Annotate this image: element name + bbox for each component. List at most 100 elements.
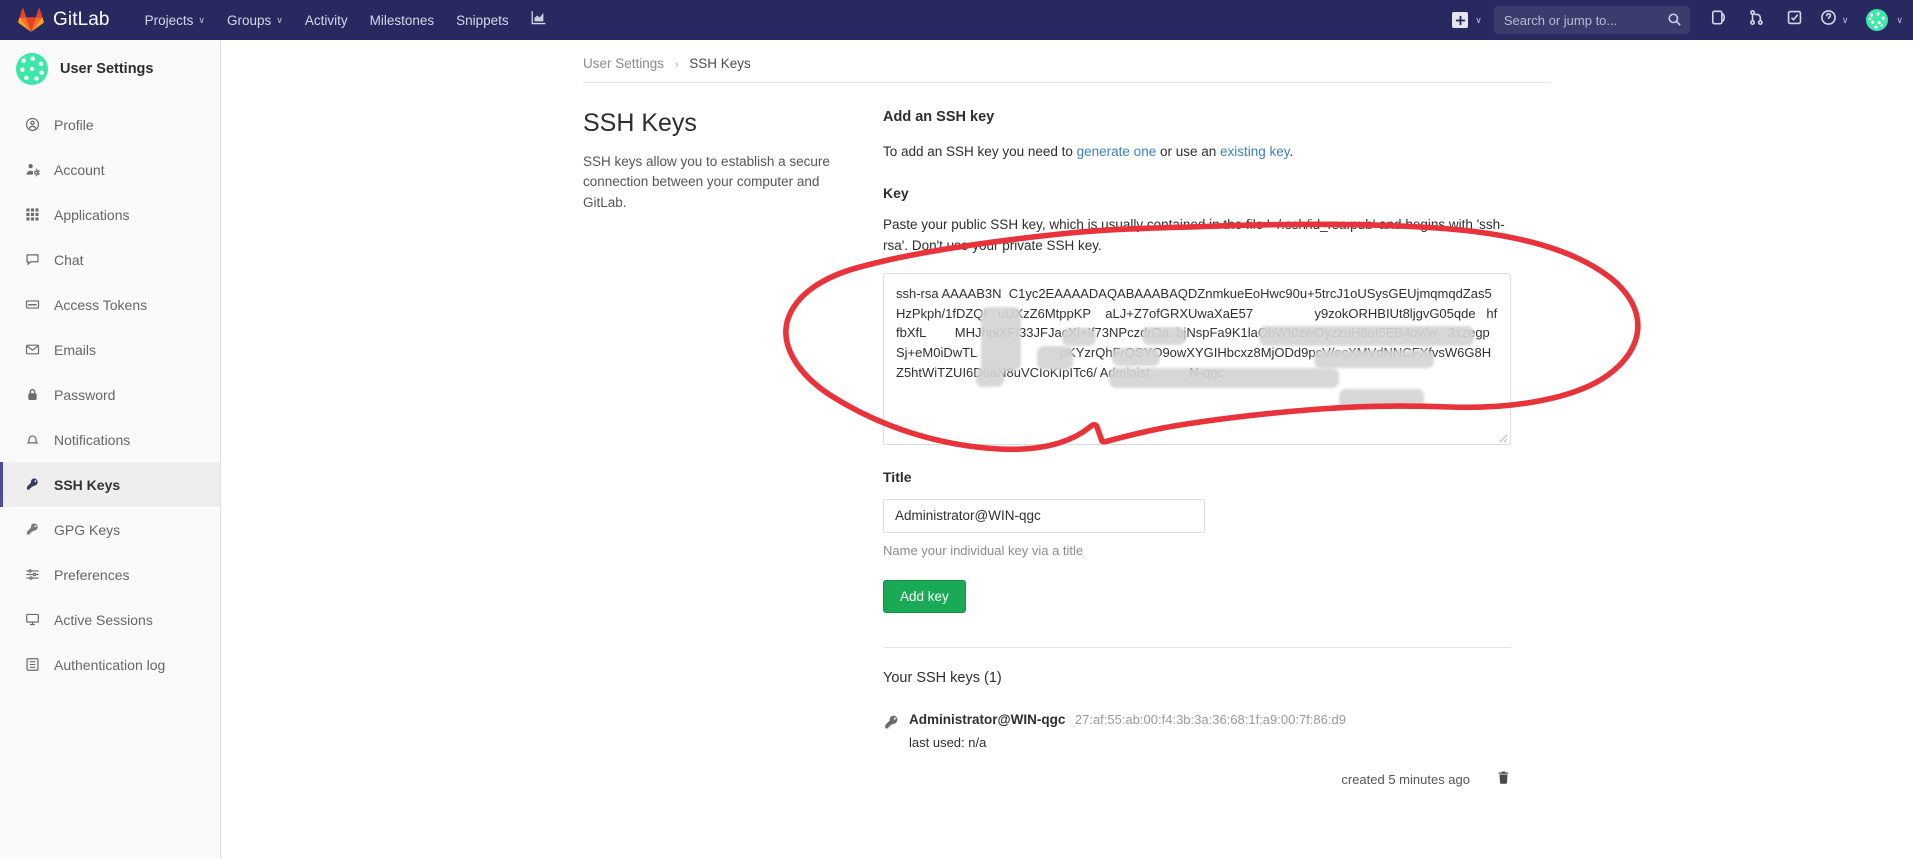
sidebar-item-label: Authentication log [54, 656, 166, 673]
sidebar-item-label: Chat [54, 251, 84, 268]
intro-text-pre: To add an SSH key you need to [883, 144, 1077, 159]
title-input[interactable] [883, 498, 1205, 533]
sidebar-item-account[interactable]: Account [0, 147, 220, 192]
user-identicon-avatar-icon [16, 53, 48, 85]
sidebar-item-authentication-log[interactable]: Authentication log [0, 642, 220, 687]
analytics-button[interactable] [520, 0, 558, 40]
sidebar-item-chat[interactable]: Chat [0, 237, 220, 282]
help-button[interactable]: ∨ [1814, 0, 1855, 40]
sidebar-item-label: Active Sessions [54, 611, 153, 628]
ssh-key-row-footer: created 5 minutes ago [883, 770, 1511, 790]
sidebar-item-preferences[interactable]: Preferences [0, 552, 220, 597]
settings-description-column: SSH Keys SSH keys allow you to establish… [583, 109, 883, 790]
main-content: User Settings › SSH Keys SSH Keys SSH ke… [221, 40, 1913, 859]
title-field-label: Title [883, 468, 912, 485]
nav-item-label: Groups [226, 12, 272, 28]
textarea-resize-handle[interactable] [1496, 430, 1508, 443]
sidebar-item-label: Preferences [54, 566, 130, 583]
nav-item-projects[interactable]: Projects ∨ [134, 0, 216, 40]
nav-item-label: Snippets [456, 12, 509, 28]
sidebar-item-label: Applications [54, 206, 130, 223]
sidebar-item-ssh-keys[interactable]: SSH Keys [0, 462, 220, 507]
chevron-down-icon: ∨ [198, 14, 205, 25]
envelope-icon [23, 342, 41, 357]
account-gear-icon [23, 162, 41, 177]
title-field-hint: Name your individual key via a title [883, 542, 1084, 558]
nav-item-milestones[interactable]: Milestones [359, 0, 446, 40]
sidebar-item-label: Profile [54, 116, 94, 133]
breadcrumb: User Settings › SSH Keys [221, 40, 1913, 71]
sidebar-item-access-tokens[interactable]: Access Tokens [0, 282, 220, 327]
todos-button[interactable] [1776, 0, 1814, 40]
key-outline-icon [23, 522, 41, 537]
help-icon [1820, 9, 1837, 31]
issues-icon [1710, 9, 1727, 31]
ssh-key-created-at: created 5 minutes ago [1341, 772, 1470, 788]
issues-button[interactable] [1700, 0, 1738, 40]
sidebar-item-active-sessions[interactable]: Active Sessions [0, 597, 220, 642]
top-navbar: GitLab Projects ∨ Groups ∨ Activity Mile… [0, 0, 1913, 40]
nav-item-groups[interactable]: Groups ∨ [216, 0, 294, 40]
nav-item-activity[interactable]: Activity [294, 0, 359, 40]
gitlab-tanuki-logo-icon [18, 7, 44, 33]
merge-requests-button[interactable] [1738, 0, 1776, 40]
redaction-mask [1339, 388, 1424, 408]
key-field-hint: Paste your public SSH key, which is usua… [883, 216, 1505, 253]
sidebar-title: User Settings [60, 61, 154, 77]
sidebar-item-gpg-keys[interactable]: GPG Keys [0, 507, 220, 552]
plus-square-icon [1452, 12, 1469, 28]
global-search[interactable] [1493, 6, 1690, 34]
chevron-down-icon: ∨ [1896, 14, 1903, 25]
user-menu-button[interactable]: ∨ [1854, 9, 1903, 31]
chevron-down-icon: ∨ [276, 14, 283, 25]
delete-key-button[interactable] [1496, 770, 1511, 790]
nav-right-group: ∨ Search or jump to... ∨ ∨ [1446, 0, 1913, 40]
add-ssh-key-column: Add an SSH key To add an SSH key you nee… [883, 109, 1523, 790]
chevron-down-icon: ∨ [1841, 14, 1849, 25]
sidebar-item-profile[interactable]: Profile [0, 102, 220, 147]
todos-icon [1786, 9, 1803, 31]
primary-nav-list: Projects ∨ Groups ∨ Activity Milestones … [134, 0, 558, 40]
merge-requests-icon [1748, 9, 1765, 31]
token-card-icon [23, 297, 41, 312]
chat-bubble-icon [23, 252, 41, 267]
settings-columns: SSH Keys SSH keys allow you to establish… [221, 83, 1913, 790]
page-title: SSH Keys [583, 109, 697, 137]
sidebar-item-label: SSH Keys [54, 476, 121, 493]
sidebar-header[interactable]: User Settings [0, 40, 220, 98]
trash-icon [1496, 770, 1511, 790]
lock-icon [23, 387, 41, 402]
log-list-icon [23, 657, 41, 672]
existing-key-link[interactable]: existing key [1220, 144, 1290, 159]
sidebar-item-password[interactable]: Password [0, 372, 220, 417]
sidebar-item-label: Password [54, 386, 116, 403]
sidebar-nav-list: Profile Account Applications Chat Access… [0, 102, 220, 687]
sidebar-item-emails[interactable]: Emails [0, 327, 220, 372]
gitlab-ssh-keys-page: GitLab Projects ∨ Groups ∨ Activity Mile… [0, 0, 1913, 859]
page-description: SSH keys allow you to establish a secure… [583, 154, 830, 210]
ssh-key-fingerprint: 27:af:55:ab:00:f4:3b:3a:36:68:1f:a9:00:7… [1074, 711, 1346, 727]
add-key-button[interactable]: Add key [883, 579, 966, 613]
applications-grid-icon [23, 207, 41, 222]
sidebar-item-applications[interactable]: Applications [0, 192, 220, 237]
nav-item-label: Projects [144, 12, 194, 28]
generate-one-link[interactable]: generate one [1077, 144, 1157, 159]
search-input[interactable] [1493, 6, 1690, 34]
brand-name-label: GitLab [53, 9, 110, 30]
breadcrumb-current: SSH Keys [689, 56, 751, 71]
key-icon [883, 711, 909, 736]
sidebar-item-label: GPG Keys [54, 521, 121, 538]
nav-item-label: Activity [304, 12, 348, 28]
sidebar-item-notifications[interactable]: Notifications [0, 417, 220, 462]
gitlab-brand[interactable]: GitLab [0, 0, 122, 40]
user-circle-icon [23, 117, 41, 132]
sidebar-item-label: Access Tokens [54, 296, 148, 313]
breadcrumb-parent-link[interactable]: User Settings [583, 56, 664, 71]
ssh-key-value: ssh-rsa AAAAB3N C1yc2EAAAADAQABAAABAQDZn… [896, 285, 1498, 380]
ssh-key-textarea[interactable]: ssh-rsa AAAAB3N C1yc2EAAAADAQABAAABAQDZn… [883, 272, 1511, 445]
sliders-icon [23, 567, 41, 582]
nav-item-snippets[interactable]: Snippets [445, 0, 520, 40]
intro-text-mid: or use an [1156, 144, 1221, 159]
keys-section-divider [883, 646, 1511, 648]
new-item-button[interactable]: ∨ [1446, 12, 1488, 28]
